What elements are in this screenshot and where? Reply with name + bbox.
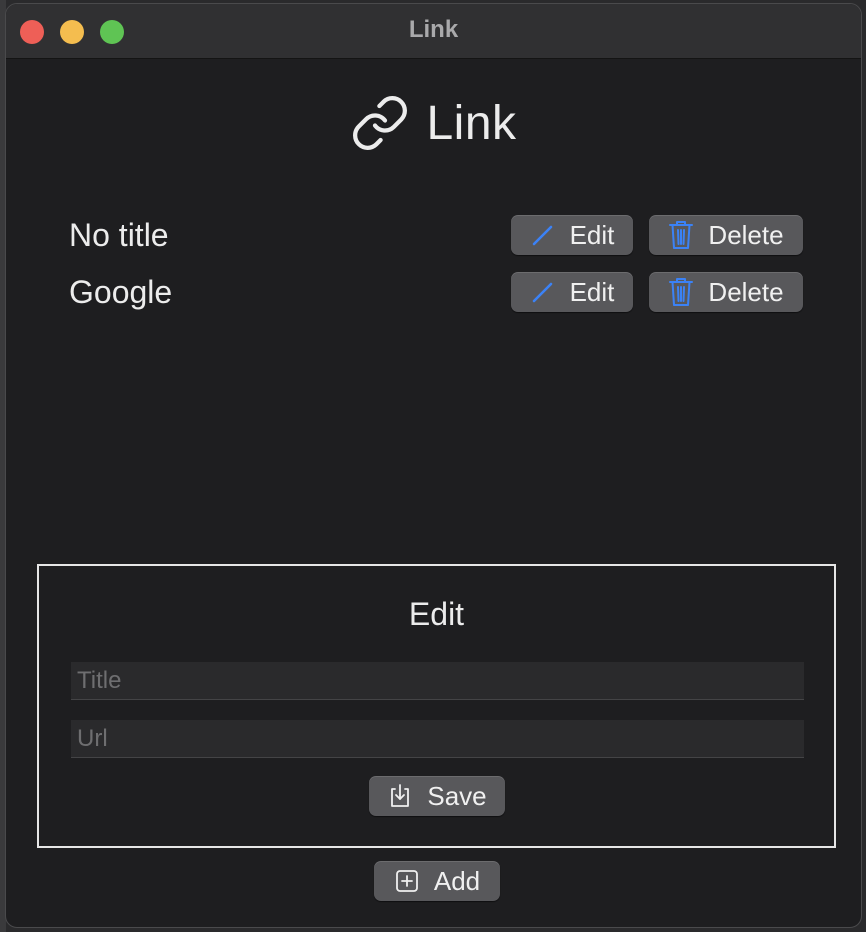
delete-button[interactable]: Delete [649,215,803,255]
delete-button-label: Delete [708,276,784,307]
page-header: Link [6,91,861,155]
delete-button-label: Delete [708,219,784,250]
edit-button-label: Edit [569,276,615,307]
link-title: Google [69,274,173,310]
edit-button[interactable]: Edit [511,272,633,312]
save-button-label: Save [427,780,487,811]
trash-icon [668,277,694,307]
save-icon [387,783,413,809]
link-row: Google Edit Delete [69,272,803,312]
link-row: No title Edit Delete [69,215,803,255]
page-title: Link [426,96,517,150]
main-content: Link No title Edit Delete Google Edit De… [6,59,861,927]
window-title: Link [408,16,459,43]
save-button[interactable]: Save [369,776,505,816]
link-icon [350,93,410,153]
title-input[interactable] [71,662,804,700]
edit-panel: Edit Save [37,564,836,848]
trash-icon [668,220,694,250]
edit-button[interactable]: Edit [511,215,633,255]
add-button-label: Add [433,865,481,896]
url-input[interactable] [71,720,804,758]
app-window: Link Link No title Edit Delete Google Ed… [5,3,862,928]
link-title: No title [69,217,169,253]
title-bar: Link [6,4,861,59]
edit-button-label: Edit [569,219,615,250]
delete-button[interactable]: Delete [649,272,803,312]
pencil-icon [530,222,556,248]
pencil-icon [530,279,556,305]
add-button[interactable]: Add [374,861,500,901]
plus-square-icon [394,868,420,894]
edit-panel-title: Edit [408,596,465,632]
